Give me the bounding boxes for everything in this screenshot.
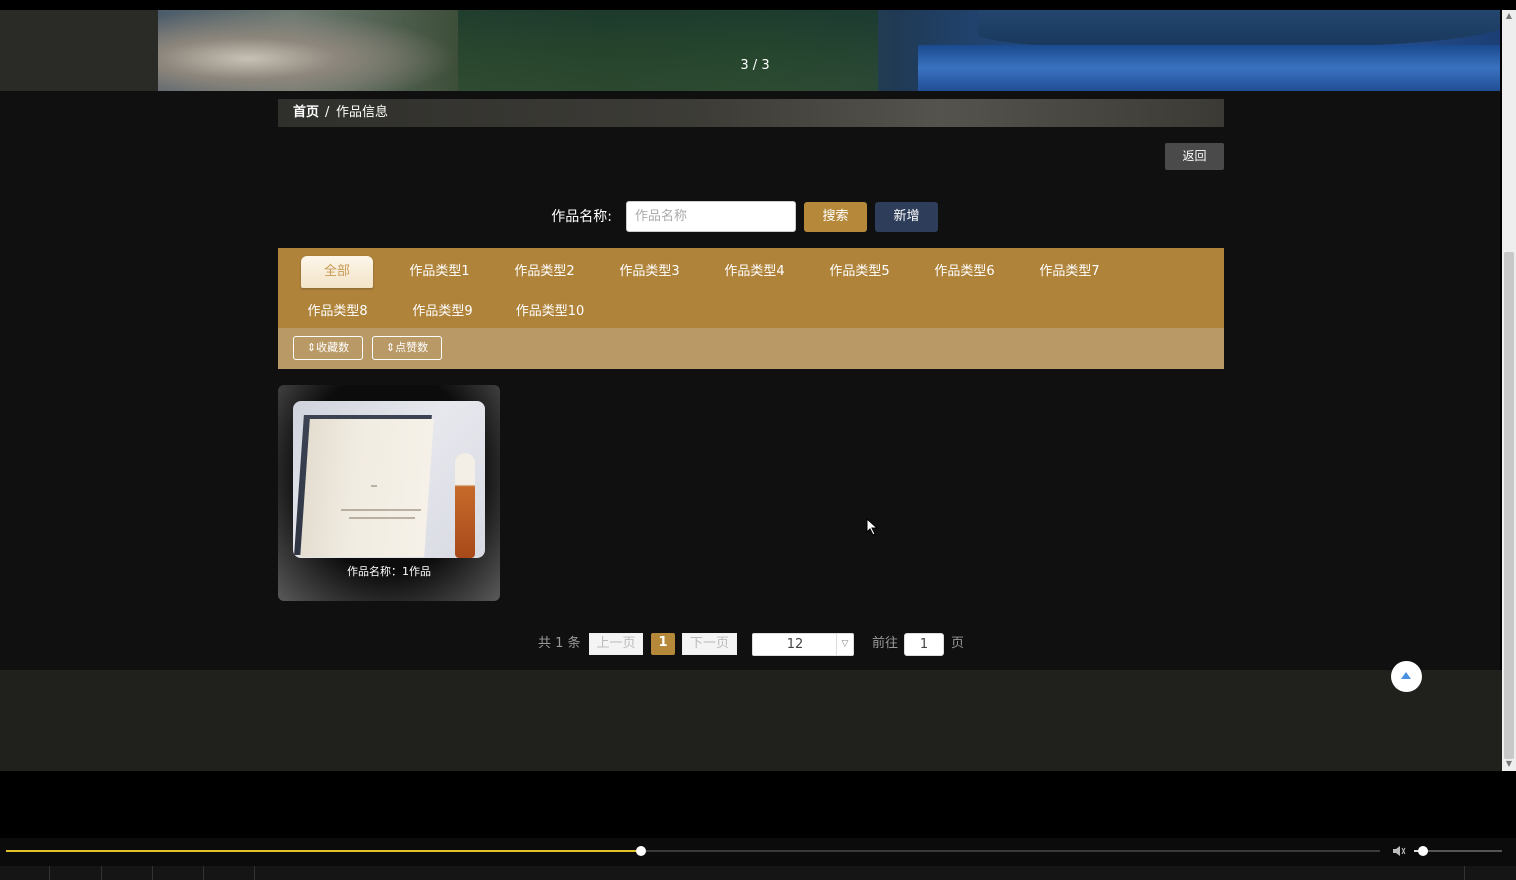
mouse-cursor-icon	[866, 518, 879, 536]
breadcrumb: 首页 / 作品信息	[278, 99, 1224, 127]
sort-favorites-button[interactable]: ⇕收藏数	[293, 336, 363, 360]
banner-carousel[interactable]	[158, 10, 1500, 91]
page-number-button[interactable]: 1	[651, 633, 675, 655]
search-button[interactable]: 搜索	[804, 202, 867, 232]
category-tab-8[interactable]: 作品类型8	[300, 296, 375, 328]
category-tab-6[interactable]: 作品类型6	[927, 256, 1002, 288]
next-page-button[interactable]: 下一页	[682, 633, 737, 655]
page-text-line	[349, 517, 415, 519]
goto-label: 前往	[872, 636, 899, 651]
work-title: 作品名称：1作品	[347, 565, 431, 578]
scroll-up-arrow-icon[interactable]: ▲	[1504, 12, 1514, 20]
category-tab-9[interactable]: 作品类型9	[405, 296, 480, 328]
breadcrumb-current: 作品信息	[336, 105, 389, 120]
book-pages	[300, 419, 434, 557]
progress-fill	[6, 850, 641, 852]
search-label: 作品名称:	[551, 209, 612, 225]
strip-divider	[152, 866, 153, 880]
category-tabs: 全部 作品类型1 作品类型2 作品类型3 作品类型4 作品类型5 作品类型6 作…	[278, 248, 1224, 328]
goto-page-input[interactable]	[904, 633, 944, 656]
page-text-line	[371, 485, 377, 487]
banner-image-wood	[158, 10, 458, 91]
chevron-down-icon: ▽	[836, 634, 853, 655]
bottom-strip	[0, 866, 1516, 880]
prev-page-button[interactable]: 上一页	[589, 633, 643, 655]
add-button[interactable]: 新增	[875, 202, 938, 232]
strip-divider	[101, 866, 102, 880]
strip-divider	[203, 866, 204, 880]
category-tab-1[interactable]: 作品类型1	[402, 256, 477, 288]
banner-image-trees	[458, 10, 878, 91]
scroll-down-arrow-icon[interactable]: ▼	[1504, 760, 1514, 768]
banner-image-ridge	[978, 10, 1500, 50]
writing-brush	[455, 453, 475, 558]
triangle-up-icon	[1401, 672, 1411, 679]
work-image[interactable]	[293, 401, 485, 558]
strip-divider	[1464, 866, 1465, 880]
footer	[0, 670, 1502, 771]
pagination-total: 共 1 条	[538, 636, 581, 651]
category-tab-4[interactable]: 作品类型4	[717, 256, 792, 288]
back-to-top-button[interactable]	[1391, 661, 1422, 692]
page-size-select[interactable]: 12 ▽	[752, 633, 854, 656]
category-tab-10[interactable]: 作品类型10	[510, 296, 590, 328]
category-tab-3[interactable]: 作品类型3	[612, 256, 687, 288]
sort-likes-button[interactable]: ⇕点赞数	[372, 336, 442, 360]
strip-divider	[49, 866, 50, 880]
strip-divider	[254, 866, 255, 880]
scrollbar-thumb[interactable]	[1504, 252, 1514, 759]
progress-handle[interactable]	[635, 846, 646, 856]
page-text-line	[341, 509, 421, 511]
page-unit-label: 页	[951, 636, 965, 651]
speaker-icon[interactable]	[1391, 843, 1407, 859]
category-tab-7[interactable]: 作品类型7	[1032, 256, 1107, 288]
page-size-value: 12	[786, 637, 804, 652]
category-tab-all[interactable]: 全部	[301, 256, 373, 288]
breadcrumb-separator: /	[325, 105, 330, 120]
breadcrumb-home[interactable]: 首页	[293, 99, 319, 127]
volume-handle[interactable]	[1417, 846, 1428, 856]
back-button[interactable]: 返回	[1165, 143, 1224, 170]
category-tab-2[interactable]: 作品类型2	[507, 256, 582, 288]
banner-left-gap	[0, 10, 158, 91]
search-input[interactable]	[626, 201, 796, 232]
banner-image-lake	[918, 45, 1500, 91]
category-tab-5[interactable]: 作品类型5	[822, 256, 897, 288]
carousel-indicator: 3 / 3	[740, 58, 770, 73]
sort-bar: ⇕收藏数 ⇕点赞数	[278, 328, 1224, 369]
